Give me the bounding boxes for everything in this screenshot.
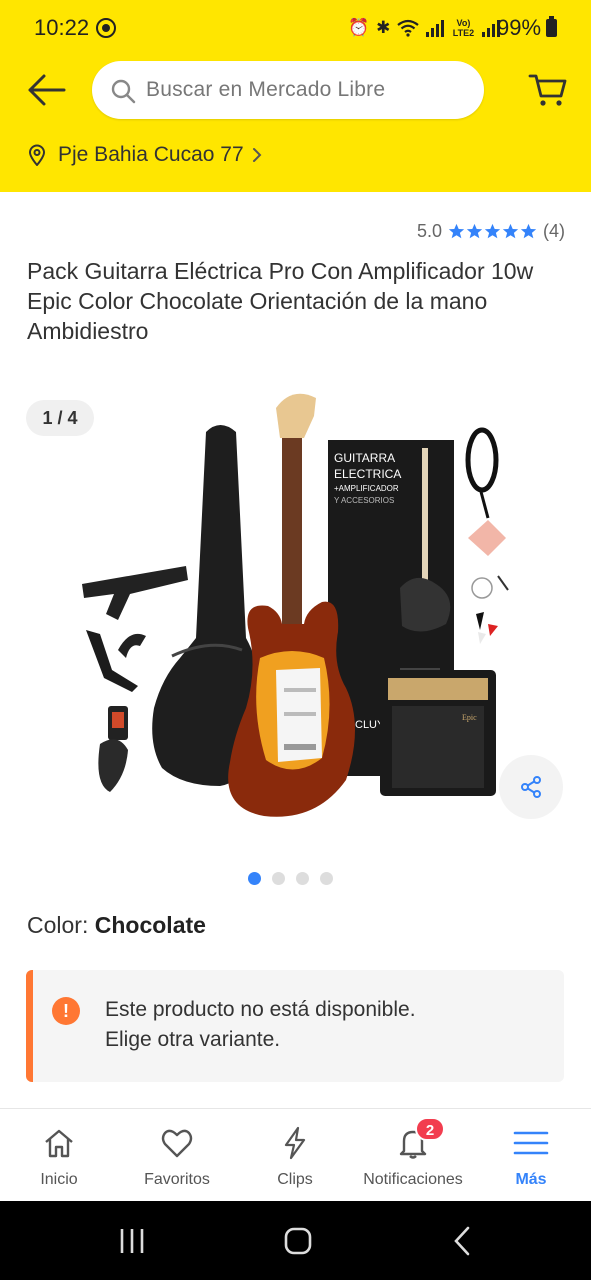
home-button-icon[interactable] xyxy=(280,1225,316,1257)
star-icon xyxy=(448,223,465,238)
bluetooth-icon: ✱ xyxy=(376,18,391,37)
rating-count: (4) xyxy=(543,220,565,241)
notice-message: Este producto no está disponible. xyxy=(105,998,416,1021)
product-gallery[interactable]: GUITARRA ELECTRICA +AMPLIFICADOR Y ACCES… xyxy=(0,388,591,848)
menu-icon xyxy=(513,1131,549,1155)
search-icon xyxy=(111,79,136,104)
star-icon xyxy=(484,223,501,238)
location-text: Pje Bahia Cucao 77 xyxy=(58,143,244,166)
wifi-icon xyxy=(397,19,420,37)
status-bar: 10:22 ⏰ ✱ Vo) LTE2 99% xyxy=(0,0,591,58)
notice-submessage: Elige otra variante. xyxy=(105,1028,281,1051)
app-header: 10:22 ⏰ ✱ Vo) LTE2 99% Buscar en Mercado… xyxy=(0,0,591,192)
notification-badge: 2 xyxy=(415,1117,445,1141)
nav-item-inicio[interactable]: Inicio xyxy=(0,1109,118,1202)
search-placeholder: Buscar en Mercado Libre xyxy=(146,78,386,101)
rating-stars xyxy=(448,223,537,240)
heart-icon xyxy=(161,1129,193,1158)
gallery-dot[interactable] xyxy=(272,872,285,885)
nav-item-clips[interactable]: Clips xyxy=(236,1109,354,1202)
color-value: Chocolate xyxy=(94,912,206,938)
gallery-dot[interactable] xyxy=(248,872,261,885)
gallery-dot[interactable] xyxy=(320,872,333,885)
box-text-guitarra: GUITARRA xyxy=(334,451,395,465)
status-icons: ⏰ ✱ Vo) LTE2 xyxy=(348,16,501,40)
nav-label-favoritos: Favoritos xyxy=(144,1171,210,1188)
system-back-icon[interactable] xyxy=(446,1225,482,1257)
alarm-icon: ⏰ xyxy=(348,18,370,37)
nav-label-notificaciones: Notificaciones xyxy=(363,1171,463,1188)
sync-status-icon xyxy=(96,18,116,38)
product-rating[interactable]: 5.0 (4) xyxy=(417,219,565,243)
nav-item-favoritos[interactable]: Favoritos xyxy=(118,1109,236,1202)
gallery-dot[interactable] xyxy=(296,872,309,885)
gallery-pagination[interactable] xyxy=(248,872,333,885)
bottom-navigation: Inicio Favoritos Clips 2 Notificaciones … xyxy=(0,1108,591,1201)
network-type-label: Vo) LTE2 xyxy=(452,18,475,38)
battery-percent: 99% xyxy=(497,15,542,40)
nav-label-clips: Clips xyxy=(277,1171,313,1188)
home-icon xyxy=(45,1129,73,1158)
gallery-page-counter: 1 / 4 xyxy=(26,400,94,436)
lightning-icon xyxy=(284,1126,306,1160)
svg-text:Epic: Epic xyxy=(462,713,477,722)
nav-item-notificaciones[interactable]: 2 Notificaciones xyxy=(354,1109,472,1202)
product-title: Pack Guitarra Eléctrica Pro Con Amplific… xyxy=(27,258,534,344)
recent-apps-icon[interactable] xyxy=(114,1225,150,1257)
back-arrow-icon[interactable] xyxy=(24,72,68,108)
shipping-location[interactable]: Pje Bahia Cucao 77 xyxy=(28,140,262,170)
cart-icon[interactable] xyxy=(528,72,568,108)
nav-item-mas[interactable]: Más xyxy=(472,1109,590,1202)
warning-icon: ! xyxy=(52,997,80,1025)
share-button[interactable] xyxy=(499,755,563,819)
color-label: Color: xyxy=(27,912,89,938)
search-input[interactable]: Buscar en Mercado Libre xyxy=(92,61,484,119)
box-text-electrica: ELECTRICA xyxy=(334,467,401,481)
notice-accent-bar xyxy=(26,970,33,1082)
share-icon xyxy=(521,776,541,798)
rating-score: 5.0 xyxy=(416,220,442,241)
status-time: 10:22 xyxy=(34,15,90,40)
location-pin-icon xyxy=(28,144,46,166)
battery-icon xyxy=(546,16,557,37)
box-text-amplificador: +AMPLIFICADOR xyxy=(334,484,399,493)
nav-label-mas: Más xyxy=(515,1171,547,1188)
product-image[interactable]: GUITARRA ELECTRICA +AMPLIFICADOR Y ACCES… xyxy=(70,388,520,828)
chevron-right-icon xyxy=(252,148,262,162)
star-icon xyxy=(466,223,483,238)
signal-icon xyxy=(426,19,445,37)
system-navigation-bar xyxy=(0,1201,591,1280)
star-icon xyxy=(520,223,537,238)
star-icon xyxy=(502,223,519,238)
box-text-accesorios: Y ACCESORIOS xyxy=(334,496,394,505)
unavailable-notice: ! Este producto no está disponible. Elig… xyxy=(26,970,564,1082)
color-selection: Color: Chocolate xyxy=(27,912,206,939)
nav-label-inicio: Inicio xyxy=(40,1171,78,1188)
